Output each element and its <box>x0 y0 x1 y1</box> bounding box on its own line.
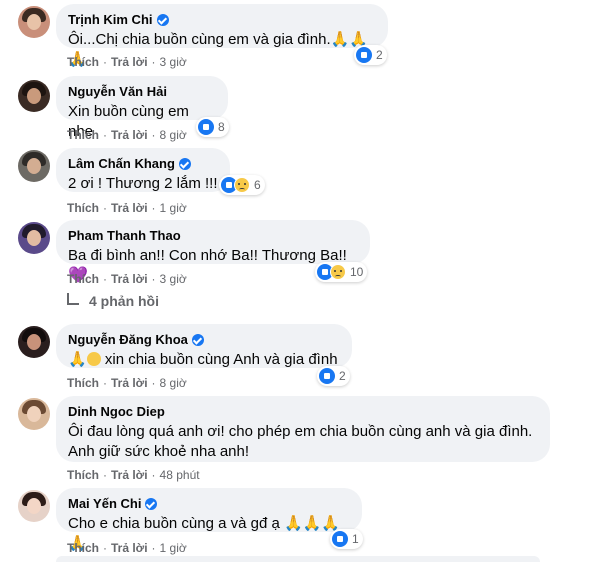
reply-button[interactable]: Trả lời <box>111 272 148 286</box>
comment-bubble: Dinh Ngoc Diep Ôi đau lòng quá anh ơi! c… <box>56 396 550 462</box>
timestamp[interactable]: 1 giờ <box>160 541 187 555</box>
sad-reaction-icon <box>234 177 250 193</box>
avatar[interactable] <box>18 150 50 182</box>
comment-bubble: Pham Thanh Thao Ba đi bình an!! Con nhớ … <box>56 220 370 284</box>
reaction-summary[interactable]: 6 <box>219 175 265 195</box>
comment-text: Ôi...Chị chia buồn cùng em và gia đình. <box>68 31 331 48</box>
sad-reaction-icon <box>330 264 346 280</box>
timestamp[interactable]: 1 giờ <box>160 201 187 215</box>
comment-bubble: Mai Yến Chi Cho e chia buồn cùng a và gđ… <box>56 488 362 552</box>
reaction-summary[interactable]: 2 <box>354 45 387 65</box>
reaction-count: 6 <box>254 178 261 192</box>
comment-bubble: Nguyễn Đăng Khoa 🙏 xin chia buồn cùng An… <box>56 324 352 368</box>
commenter-name[interactable]: Lâm Chấn Khang <box>68 156 175 172</box>
commenter-name[interactable]: Pham Thanh Thao <box>68 228 181 244</box>
comment-text: xin chia buồn cùng Anh và gia đình <box>104 351 338 368</box>
reply-button[interactable]: Trả lời <box>111 468 148 482</box>
commenter-name[interactable]: Mai Yến Chi <box>68 496 141 512</box>
reaction-summary[interactable]: 2 <box>317 366 350 386</box>
like-button[interactable]: Thích <box>67 468 99 482</box>
like-button[interactable]: Thích <box>67 272 99 286</box>
timestamp[interactable]: 8 giờ <box>160 128 187 142</box>
next-comment-bubble <box>56 556 540 562</box>
like-button[interactable]: Thích <box>67 55 99 69</box>
verified-badge-icon <box>178 158 191 170</box>
sad-emoji-icon <box>86 352 101 366</box>
comment-text: 2 ơi ! Thương 2 lắm !!! <box>68 175 218 192</box>
comment-bubble: Lâm Chấn Khang 2 ơi ! Thương 2 lắm !!! <box>56 148 230 192</box>
like-button[interactable]: Thích <box>67 541 99 555</box>
avatar[interactable] <box>18 80 50 112</box>
comment-bubble: Nguyễn Văn Hải Xin buồn cùng em nhe <box>56 76 228 140</box>
reaction-summary[interactable]: 10 <box>315 262 368 282</box>
reply-button[interactable]: Trả lời <box>111 201 148 215</box>
reply-arrow-icon <box>67 293 79 305</box>
like-reaction-icon <box>319 368 335 384</box>
reaction-summary[interactable]: 8 <box>196 117 229 137</box>
like-button[interactable]: Thích <box>67 376 99 390</box>
commenter-name[interactable]: Dinh Ngoc Diep <box>68 404 165 420</box>
timestamp[interactable]: 8 giờ <box>160 376 187 390</box>
view-replies-link[interactable]: 4 phản hồi <box>67 293 159 309</box>
commenter-name[interactable]: Trịnh Kim Chi <box>68 12 153 28</box>
reply-button[interactable]: Trả lời <box>111 541 148 555</box>
reaction-summary[interactable]: 1 <box>330 529 363 549</box>
pray-emoji-icon: 🙏 <box>68 351 87 368</box>
timestamp[interactable]: 3 giờ <box>160 55 187 69</box>
commenter-name[interactable]: Nguyễn Đăng Khoa <box>68 332 188 348</box>
reply-button[interactable]: Trả lời <box>111 128 148 142</box>
like-reaction-icon <box>198 119 214 135</box>
avatar[interactable] <box>18 490 50 522</box>
like-reaction-icon <box>356 47 372 63</box>
reaction-count: 8 <box>218 120 225 134</box>
replies-count-label[interactable]: 4 phản hồi <box>89 293 159 309</box>
comment-text: Ba đi bình an!! Con nhớ Ba!! Thương Ba!! <box>68 247 347 264</box>
timestamp[interactable]: 48 phút <box>160 468 200 482</box>
reaction-count: 2 <box>376 48 383 62</box>
avatar[interactable] <box>18 6 50 38</box>
timestamp[interactable]: 3 giờ <box>160 272 187 286</box>
avatar[interactable] <box>18 398 50 430</box>
avatar[interactable] <box>18 326 50 358</box>
reply-button[interactable]: Trả lời <box>111 55 148 69</box>
reaction-count: 1 <box>352 532 359 546</box>
verified-badge-icon <box>191 334 204 346</box>
commenter-name[interactable]: Nguyễn Văn Hải <box>68 84 167 100</box>
avatar[interactable] <box>18 222 50 254</box>
like-button[interactable]: Thích <box>67 128 99 142</box>
reply-button[interactable]: Trả lời <box>111 376 148 390</box>
verified-badge-icon <box>156 14 169 26</box>
verified-badge-icon <box>145 498 158 510</box>
like-reaction-icon <box>332 531 348 547</box>
comment-text: Ôi đau lòng quá anh ơi! cho phép em chia… <box>68 423 533 460</box>
comment-text: Cho e chia buồn cùng a và gđ ạ <box>68 515 280 532</box>
like-button[interactable]: Thích <box>67 201 99 215</box>
reaction-count: 10 <box>350 265 364 279</box>
reaction-count: 2 <box>339 369 346 383</box>
comment-bubble: Trịnh Kim Chi Ôi...Chị chia buồn cùng em… <box>56 4 388 68</box>
